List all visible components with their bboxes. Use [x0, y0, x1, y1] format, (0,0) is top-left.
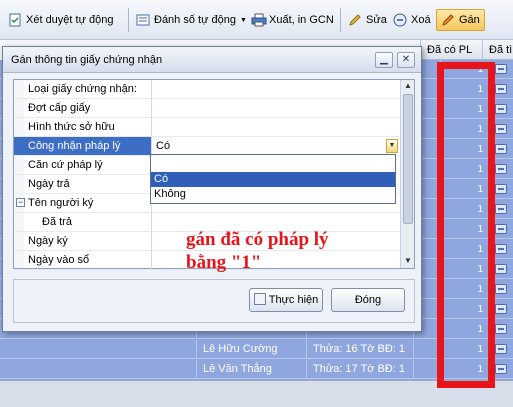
scroll-down-icon[interactable]: ▼ [402, 255, 414, 267]
execute-icon [253, 293, 266, 305]
grid-header: Đã có PL Đã tì [420, 40, 513, 60]
annotation-text: gán đã có pháp lý bằng "1" [186, 228, 329, 274]
assign-button[interactable]: Gán [436, 9, 485, 31]
pencil-assign-icon [441, 13, 455, 27]
combo-dropdown-button[interactable]: ▼ [386, 139, 398, 153]
scroll-thumb[interactable] [403, 94, 413, 224]
property-value[interactable] [152, 118, 399, 137]
row-detail-icon[interactable] [495, 164, 507, 174]
property-label: Loại giấy chứng nhận: [14, 80, 152, 99]
property-label: Căn cứ pháp lý [14, 156, 152, 175]
auto-approve-button[interactable]: Xét duyệt tự động [4, 9, 117, 31]
edit-label: Sửa [366, 14, 387, 26]
row-detail-icon[interactable] [495, 244, 507, 254]
close-button[interactable]: ✕ [397, 52, 415, 68]
property-label: Đợt cấp giấy [14, 99, 152, 118]
property-value[interactable] [152, 80, 399, 99]
property-row[interactable]: Loại giấy chứng nhận: [14, 80, 399, 99]
minimize-icon: ▁ [380, 54, 388, 65]
owner-name-cell: Lê Hữu Cường [196, 340, 306, 359]
toolbar-separator [340, 8, 341, 32]
row-detail-icon[interactable] [495, 304, 507, 314]
row-detail-icon[interactable] [495, 144, 507, 154]
minimize-button[interactable]: ▁ [375, 52, 393, 68]
close-dialog-label: Đóng [354, 294, 382, 306]
property-label: Ngày ký [14, 232, 152, 251]
row-detail-icon[interactable] [495, 184, 507, 194]
row-detail-icon[interactable] [495, 124, 507, 134]
dialog-title: Gán thông tin giấy chứng nhận [11, 54, 163, 66]
row-detail-icon[interactable] [495, 284, 507, 294]
annotation-line-1: gán đã có pháp lý [186, 229, 329, 250]
dialog-titlebar: Gán thông tin giấy chứng nhận ▁ ✕ [3, 47, 421, 73]
property-grid-scrollbar[interactable]: ▲ ▼ [400, 80, 414, 268]
minus-circle-icon [393, 13, 407, 27]
delete-button[interactable]: Xoá [389, 9, 435, 31]
parcel-cell: Thửa: 16 Tờ BĐ: 1 [306, 340, 414, 359]
legal-recognition-dropdown: Có Không [150, 154, 396, 204]
dropdown-arrow-icon: ▼ [239, 16, 247, 24]
row-detail-icon[interactable] [495, 64, 507, 74]
close-dialog-button[interactable]: Đóng [331, 288, 405, 312]
row-detail-icon[interactable] [495, 324, 507, 334]
row-detail-icon[interactable] [495, 344, 507, 354]
dropdown-option-no[interactable]: Không [151, 187, 395, 202]
toolbar: Xét duyệt tự động Đánh số tự động ▼ Xuất… [0, 0, 513, 40]
property-value[interactable] [152, 99, 399, 118]
export-print-label: Xuất, in GCN [269, 14, 334, 26]
property-label: Đã trả [14, 213, 152, 232]
row-detail-icon[interactable] [495, 264, 507, 274]
annotation-line-2: bằng "1" [186, 252, 262, 273]
property-row[interactable]: Hình thức sở hữu [14, 118, 399, 137]
pencil-icon [348, 13, 362, 27]
property-label: Tên người ký [14, 194, 152, 213]
export-print-button[interactable]: Xuất, in GCN [247, 9, 338, 31]
printer-icon [251, 13, 267, 27]
property-label: Công nhận pháp lý [14, 137, 152, 156]
document-check-icon [8, 13, 22, 27]
row-detail-icon[interactable] [495, 84, 507, 94]
row-detail-icon[interactable] [495, 364, 507, 374]
edit-button[interactable]: Sửa [344, 9, 391, 31]
property-label: Hình thức sở hữu [14, 118, 152, 137]
property-label: Ngày trả [14, 175, 152, 194]
row-detail-icon[interactable] [495, 224, 507, 234]
column-header-returned[interactable]: Đã tì [482, 40, 513, 60]
delete-label: Xoá [411, 14, 431, 26]
owner-name-cell: Lê Văn Thắng [196, 360, 306, 379]
property-label: Ngày vào sổ [14, 251, 152, 270]
property-row[interactable]: Đợt cấp giấy [14, 99, 399, 118]
scroll-up-icon[interactable]: ▲ [402, 80, 414, 92]
row-detail-icon[interactable] [495, 204, 507, 214]
assign-label: Gán [459, 14, 480, 26]
auto-approve-label: Xét duyệt tự động [26, 14, 114, 26]
toolbar-separator [128, 8, 129, 32]
column-header-has-legal[interactable]: Đã có PL [420, 40, 482, 60]
execute-label: Thực hiện [268, 294, 319, 306]
row-detail-icon[interactable] [495, 104, 507, 114]
auto-number-label: Đánh số tự động [154, 14, 236, 26]
parcel-cell: Thửa: 17 Tờ BĐ: 1 [306, 360, 414, 379]
highlight-rectangle [437, 62, 495, 388]
numbering-icon [136, 13, 150, 27]
auto-number-button[interactable]: Đánh số tự động ▼ [132, 9, 251, 31]
close-icon: ✕ [401, 54, 411, 65]
execute-button[interactable]: Thực hiện [249, 288, 323, 312]
chevron-down-icon: ▼ [388, 142, 396, 149]
dropdown-option-yes[interactable]: Có [151, 172, 395, 187]
